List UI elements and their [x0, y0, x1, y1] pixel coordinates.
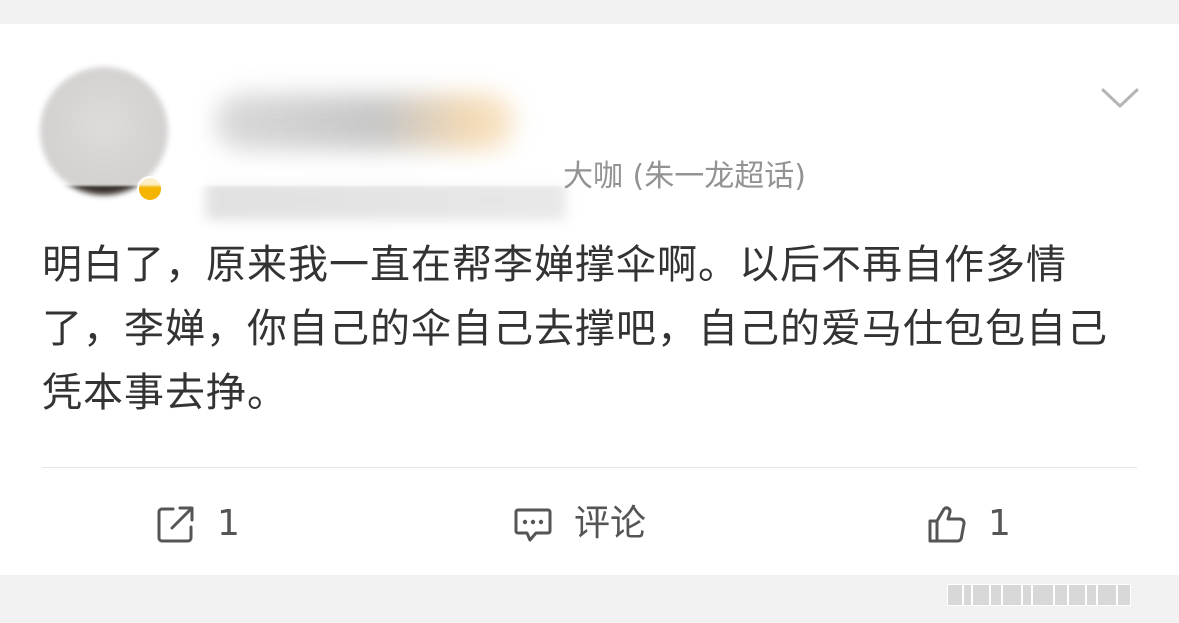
- watermark-block: [1086, 584, 1097, 606]
- thumbs-up-icon: [928, 506, 966, 543]
- watermark-block: [990, 584, 1002, 606]
- watermark-block: [972, 584, 990, 606]
- post-action-bar: 1 评论 1: [0, 492, 1179, 556]
- comment-label: 评论: [574, 503, 647, 544]
- comment-button[interactable]: 评论: [512, 492, 646, 556]
- repost-button[interactable]: 1: [155, 492, 240, 556]
- like-count: 1: [988, 503, 1011, 544]
- watermark-block: [963, 584, 972, 606]
- repost-icon: [157, 506, 194, 543]
- post-source-subtitle[interactable]: 大咖 (朱一龙超话): [563, 157, 806, 197]
- watermark-block: [1117, 584, 1131, 606]
- watermark-block: [1097, 584, 1117, 606]
- comment-icon: [514, 508, 552, 542]
- like-button[interactable]: 1: [926, 492, 1011, 556]
- watermark-block: [1032, 584, 1054, 606]
- watermark-block: [1068, 584, 1086, 606]
- post-content: 明白了，原来我一直在帮李婵撑伞啊。以后不再自作多情了，李婵，你自己的伞自己去撑吧…: [42, 242, 1108, 416]
- blurred-username[interactable]: [215, 94, 515, 150]
- watermark-block: [1022, 584, 1032, 606]
- divider: [42, 467, 1137, 468]
- chevron-down-icon[interactable]: [1101, 84, 1139, 112]
- post-header: 大咖 (朱一龙超话): [0, 24, 1179, 220]
- watermark-block: [1002, 584, 1022, 606]
- weibo-post-card: 大咖 (朱一龙超话) 明白了，原来我一直在帮李婵撑伞啊。以后不再自作多情了，李婵…: [0, 24, 1179, 575]
- watermark-pattern: [947, 580, 1177, 610]
- blurred-subtitle-prefix: [206, 180, 566, 220]
- watermark-block: [947, 584, 963, 606]
- repost-count: 1: [217, 503, 240, 544]
- watermark-block: [1054, 584, 1068, 606]
